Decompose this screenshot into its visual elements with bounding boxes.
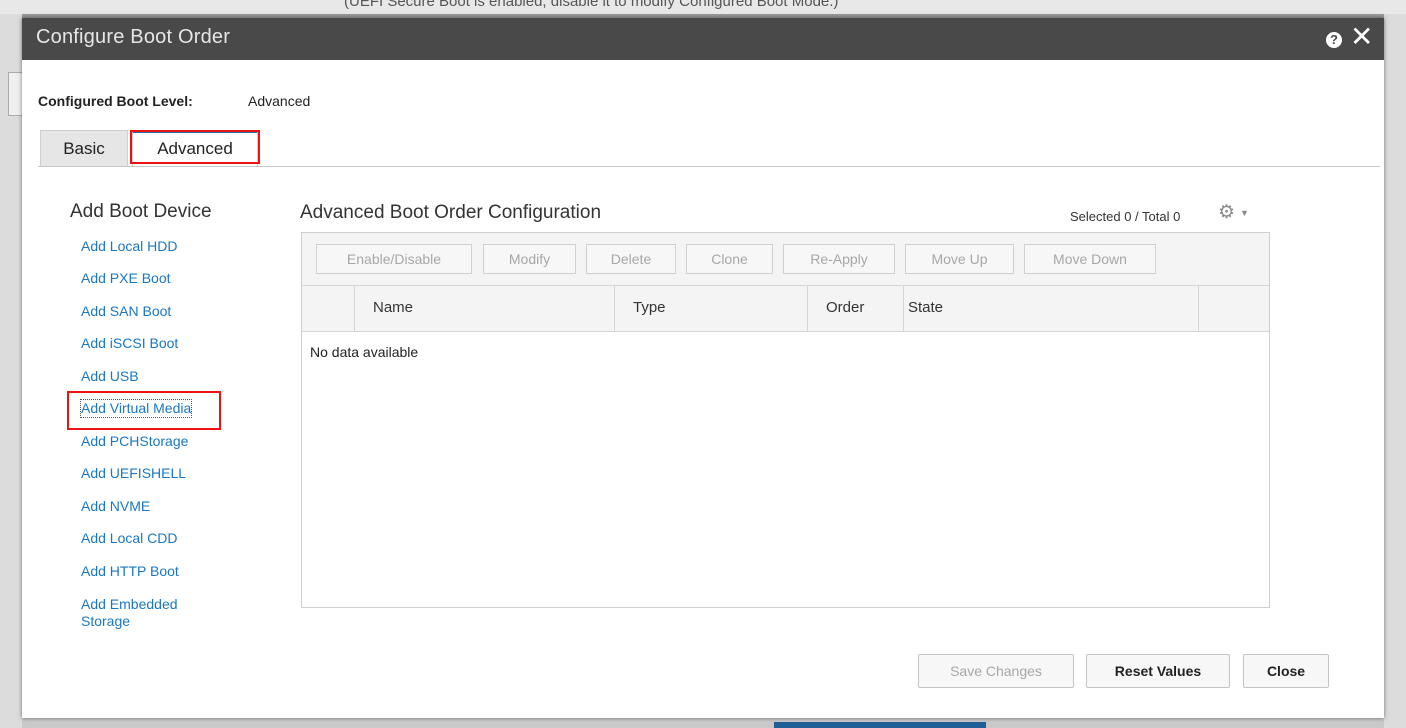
sidebar-item-add-iscsi-boot[interactable]: Add iSCSI Boot (81, 335, 231, 352)
highlight-box-add-virtual-media (67, 391, 221, 430)
column-header-type[interactable]: Type (614, 286, 807, 331)
sidebar-item-add-san-boot[interactable]: Add SAN Boot (81, 303, 231, 320)
main-heading: Advanced Boot Order Configuration (300, 202, 602, 223)
dialog-title: Configure Boot Order (36, 26, 231, 48)
background-right-edge (1384, 14, 1406, 728)
sidebar-item-add-local-cdd[interactable]: Add Local CDD (81, 530, 231, 547)
save-changes-button[interactable]: Save Changes (918, 654, 1074, 688)
boot-order-grid: Enable/Disable Modify Delete Clone Re-Ap… (301, 232, 1270, 608)
enable-disable-button[interactable]: Enable/Disable (316, 244, 472, 274)
reset-values-button[interactable]: Reset Values (1086, 654, 1230, 688)
tabs-divider (38, 166, 1380, 167)
chevron-down-icon[interactable]: ▼ (1240, 208, 1249, 218)
sidebar-item-add-pxe-boot[interactable]: Add PXE Boot (81, 270, 231, 287)
background-left-edge (0, 14, 23, 728)
empty-message: No data available (310, 344, 419, 360)
sidebar-item-add-local-hdd[interactable]: Add Local HDD (81, 238, 231, 255)
move-up-button[interactable]: Move Up (905, 244, 1014, 274)
column-header-filler (1198, 286, 1269, 331)
sidebar-item-add-uefishell[interactable]: Add UEFISHELL (81, 465, 231, 482)
sidebar-item-add-nvme[interactable]: Add NVME (81, 498, 231, 515)
boot-level-label: Configured Boot Level: (38, 93, 193, 109)
column-header-select[interactable] (302, 286, 354, 331)
selection-count: Selected 0 / Total 0 (1070, 209, 1181, 224)
add-boot-device-heading: Add Boot Device (70, 201, 212, 222)
close-button[interactable]: Close (1243, 654, 1329, 688)
sidebar-item-add-pchstorage[interactable]: Add PCHStorage (81, 433, 231, 450)
clone-button[interactable]: Clone (686, 244, 773, 274)
gear-icon[interactable]: ⚙ (1218, 203, 1235, 223)
boot-level-value: Advanced (248, 93, 311, 109)
column-header-order[interactable]: Order (807, 286, 903, 331)
tab-basic[interactable]: Basic (40, 130, 128, 167)
sidebar-item-add-usb[interactable]: Add USB (81, 368, 231, 385)
background-page-header: (UEFI Secure Boot is enabled, disable it… (0, 0, 1406, 14)
column-header-state[interactable]: State (903, 286, 1198, 331)
secure-boot-notice: (UEFI Secure Boot is enabled, disable it… (344, 0, 839, 10)
close-icon[interactable]: ✕ (1350, 22, 1373, 52)
re-apply-button[interactable]: Re-Apply (783, 244, 895, 274)
grid-toolbar: Enable/Disable Modify Delete Clone Re-Ap… (302, 233, 1269, 286)
dialog-titlebar: Configure Boot Order ? ✕ (22, 18, 1384, 60)
configure-boot-order-dialog: Configure Boot Order ? ✕ Configured Boot… (22, 18, 1384, 718)
sidebar-item-add-embedded-storage[interactable]: Add Embedded Storage (81, 596, 213, 630)
background-bottom-edge (22, 718, 1384, 728)
help-icon[interactable]: ? (1326, 32, 1342, 48)
sidebar-item-add-http-boot[interactable]: Add HTTP Boot (81, 563, 231, 580)
move-down-button[interactable]: Move Down (1024, 244, 1156, 274)
modify-button[interactable]: Modify (483, 244, 576, 274)
grid-header: Name Type Order State (302, 286, 1269, 332)
highlight-box-advanced-tab (130, 130, 260, 164)
delete-button[interactable]: Delete (586, 244, 676, 274)
column-header-name[interactable]: Name (354, 286, 614, 331)
